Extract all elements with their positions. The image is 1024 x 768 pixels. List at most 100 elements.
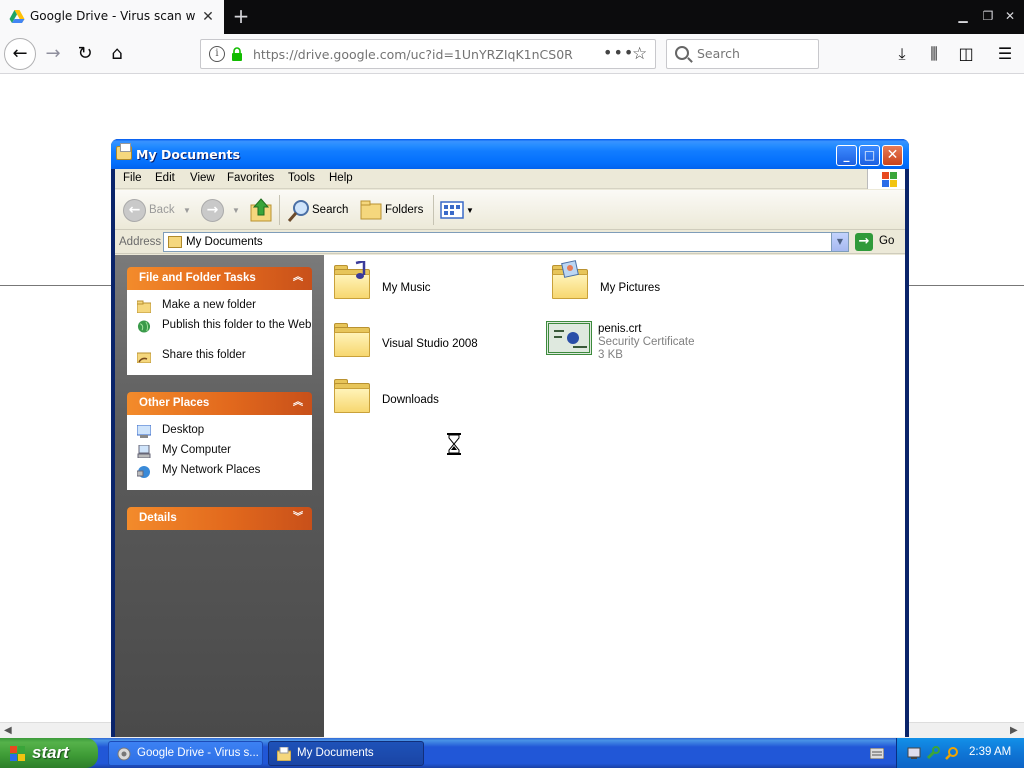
expand-chevron-icon[interactable]: ︾ <box>290 510 306 526</box>
scroll-right-icon[interactable]: ▶ <box>1010 725 1018 736</box>
file-item-my-music[interactable]: My Music <box>332 261 512 309</box>
browser-tab-title: Google Drive - Virus scan warning <box>30 9 196 23</box>
page-actions-icon[interactable]: ••• <box>603 43 634 62</box>
place-label[interactable]: My Network Places <box>162 464 312 477</box>
explorer-title-bar[interactable]: My Documents _ □ ✕ <box>111 139 909 169</box>
menu-edit[interactable]: Edit <box>155 172 175 184</box>
site-info-icon[interactable]: i <box>209 46 225 62</box>
menu-view[interactable]: View <box>190 172 215 184</box>
collapse-chevron-icon[interactable]: ︽ <box>290 395 306 411</box>
start-button[interactable]: start <box>0 738 98 768</box>
new-folder-icon <box>137 300 151 313</box>
taskbar-item-my-documents[interactable]: My Documents <box>268 741 424 766</box>
forward-dropdown-icon[interactable]: ▼ <box>232 206 240 215</box>
place-label[interactable]: My Computer <box>162 444 312 457</box>
address-input[interactable]: My Documents ▼ <box>163 232 849 252</box>
maximize-icon[interactable]: □ <box>859 145 880 166</box>
file-folder-tasks-header[interactable]: File and Folder Tasks ︽ <box>127 267 312 290</box>
task-label[interactable]: Publish this folder to the Web <box>162 319 312 332</box>
back-label[interactable]: Back <box>149 204 175 216</box>
taskbar-item-label[interactable]: Google Drive - Virus s... <box>137 747 259 759</box>
explorer-body: File Edit View Favorites Tools Help ← Ba… <box>115 169 905 737</box>
file-item-visual-studio-2008[interactable]: Visual Studio 2008 <box>332 323 512 367</box>
search-tray-icon[interactable] <box>945 746 959 760</box>
browser-search-box[interactable] <box>666 39 819 69</box>
file-name[interactable]: My Music <box>382 282 431 294</box>
chevron-down-icon[interactable]: ▼ <box>831 233 848 251</box>
file-folder-tasks-panel: Make a new folder Publish this folder to… <box>127 290 312 375</box>
network-tray-icon[interactable] <box>907 746 921 760</box>
tools-tray-icon[interactable] <box>926 746 940 760</box>
folder-icon <box>168 236 182 248</box>
scroll-left-icon[interactable]: ◀ <box>4 725 12 736</box>
taskbar-item-browser[interactable]: Google Drive - Virus s... <box>108 741 263 766</box>
folders-icon[interactable] <box>359 199 383 221</box>
menu-favorites[interactable]: Favorites <box>227 172 274 184</box>
back-button-icon[interactable]: ← <box>123 199 146 222</box>
address-value[interactable]: My Documents <box>186 236 263 248</box>
google-drive-icon <box>9 10 25 23</box>
go-arrow-icon[interactable]: → <box>855 233 873 251</box>
reload-icon[interactable]: ↻ <box>70 39 100 69</box>
menu-help[interactable]: Help <box>329 172 353 184</box>
close-browser-icon[interactable]: ✕ <box>1000 6 1020 26</box>
home-icon[interactable]: ⌂ <box>102 39 132 69</box>
restore-browser-icon[interactable]: ❐ <box>978 6 998 26</box>
collapse-chevron-icon[interactable]: ︽ <box>290 270 306 286</box>
download-icon[interactable]: ⤓ <box>892 44 912 64</box>
views-icon[interactable] <box>440 201 464 219</box>
taskbar: start Google Drive - Virus s... My Docum… <box>0 738 1024 768</box>
forward-button-icon[interactable]: → <box>201 199 224 222</box>
minimize-icon[interactable]: _ <box>836 145 857 166</box>
search-icon[interactable] <box>286 198 312 224</box>
search-button[interactable]: Search <box>312 204 348 216</box>
folders-button[interactable]: Folders <box>385 204 423 216</box>
file-name[interactable]: Visual Studio 2008 <box>382 338 478 350</box>
go-label[interactable]: Go <box>879 235 894 247</box>
file-item-certificate[interactable]: penis.crt Security Certificate 3 KB <box>546 321 746 369</box>
place-label[interactable]: Desktop <box>162 424 312 437</box>
folder-icon <box>332 323 372 359</box>
task-pane: File and Folder Tasks ︽ Make a new folde… <box>115 255 324 737</box>
pictures-folder-icon <box>550 260 590 301</box>
close-tab-icon[interactable]: ✕ <box>198 7 218 27</box>
url-bar[interactable]: i https://drive.google.com/uc?id=1UnYRZI… <box>200 39 656 69</box>
menu-tools[interactable]: Tools <box>288 172 315 184</box>
forward-arrow-icon[interactable]: → <box>38 39 68 69</box>
file-name[interactable]: penis.crt <box>598 323 641 335</box>
keyboard-icon[interactable] <box>870 748 884 759</box>
details-title: Details <box>139 512 177 524</box>
menu-file[interactable]: File <box>123 172 142 184</box>
back-dropdown-icon[interactable]: ▼ <box>183 206 191 215</box>
clock[interactable]: 2:39 AM <box>969 746 1011 758</box>
bookmark-star-icon[interactable]: ☆ <box>632 44 647 64</box>
browser-tab-active[interactable]: Google Drive - Virus scan warning ✕ <box>0 0 224 34</box>
close-icon[interactable]: ✕ <box>882 145 903 166</box>
file-type: Security Certificate <box>598 336 695 348</box>
go-button[interactable]: → Go <box>855 233 901 251</box>
taskbar-item-label[interactable]: My Documents <box>297 747 374 759</box>
other-places-header[interactable]: Other Places ︽ <box>127 392 312 415</box>
explorer-toolbar: ← Back ▼ → ▼ Search Folders ▼ <box>115 190 905 230</box>
sidebar-icon[interactable]: ◫ <box>956 44 976 64</box>
other-places-title: Other Places <box>139 397 210 409</box>
file-name[interactable]: Downloads <box>382 394 439 406</box>
library-icon[interactable]: ⫼ <box>924 44 944 64</box>
back-arrow-icon[interactable]: ← <box>4 38 36 70</box>
task-label[interactable]: Make a new folder <box>162 299 312 312</box>
details-header[interactable]: Details ︾ <box>127 507 312 530</box>
file-item-my-pictures[interactable]: My Pictures <box>550 260 730 309</box>
start-label[interactable]: start <box>32 743 69 763</box>
toolbar-separator <box>279 195 280 225</box>
up-folder-icon[interactable] <box>249 197 273 223</box>
file-item-downloads[interactable]: Downloads <box>332 379 512 423</box>
browser-search-input[interactable] <box>697 46 812 61</box>
task-label[interactable]: Share this folder <box>162 349 312 362</box>
new-tab-button[interactable]: + <box>230 5 252 27</box>
url-text[interactable]: https://drive.google.com/uc?id=1UnYRZIqK… <box>253 47 573 62</box>
hamburger-menu-icon[interactable]: ☰ <box>995 44 1015 64</box>
minimize-browser-icon[interactable]: ▁ <box>953 6 973 26</box>
file-name[interactable]: My Pictures <box>600 282 660 294</box>
views-dropdown-icon[interactable]: ▼ <box>466 206 474 215</box>
my-documents-icon <box>116 143 132 160</box>
